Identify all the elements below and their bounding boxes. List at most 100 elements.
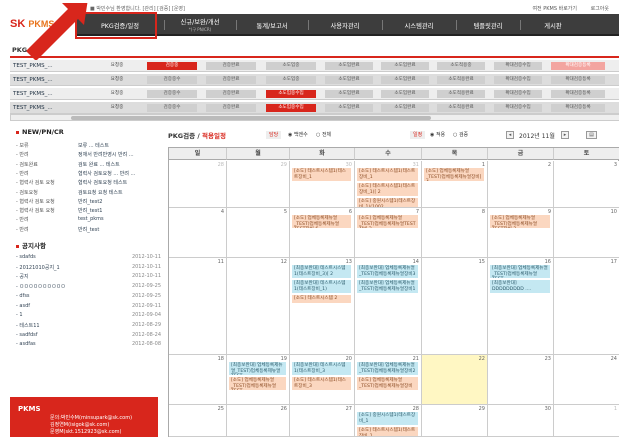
calendar-day[interactable]: 28 [소도] 중원시스템1(테스트장비_1 [소도] 테스트시스템1(테스트장비_…	[355, 405, 422, 437]
logout-link[interactable]: 로그아웃	[591, 6, 609, 12]
status-stage-cell[interactable]: 소도적용완료	[437, 76, 485, 84]
calendar-day[interactable]: 10	[554, 208, 619, 258]
next-month-button[interactable]: ▸	[561, 131, 569, 139]
notice-item[interactable]: - 20121010공지_1 2012-10-11	[16, 264, 161, 273]
calendar-day[interactable]: 29	[422, 405, 488, 437]
calendar-day[interactable]: 18	[169, 355, 227, 405]
status-stage-cell[interactable]: 확대검증수입	[494, 62, 542, 70]
calendar-day[interactable]: 1	[554, 405, 619, 437]
notice-item[interactable]: - 공지 2012-10-11	[16, 273, 161, 282]
notice-title-link[interactable]: - 공지	[16, 273, 29, 280]
calendar-event[interactable]: [최종보완대] 업체등록제뉴얼_TEST)업체등록제뉴얼장비3	[357, 265, 418, 279]
status-stage-cell[interactable]: 소도입중수입	[266, 104, 316, 112]
calendar-event[interactable]: [소도] 중원시스템1(테스트장비_1	[357, 412, 418, 426]
notice-item[interactable]: - dfss 2012-09-25	[16, 293, 161, 302]
calendar-day[interactable]: 19[최종보완대] 업체등록제뉴얼_TEST)업체등록제뉴얼TEST[소도] 업…	[227, 355, 290, 405]
calendar-day[interactable]: 26	[227, 405, 290, 437]
notice-item[interactable]: - 1 2012-09-04	[16, 312, 161, 321]
status-pkg-name[interactable]: TEST_PKMS_...	[13, 105, 53, 111]
item-desc-link[interactable]: 협력사 검토요청 테스트	[78, 179, 127, 186]
nav-item[interactable]: 게시판	[520, 14, 586, 36]
list-item[interactable]: - 반려 협력사 검토요청 ... 반려 ...	[16, 170, 161, 179]
status-stage-cell[interactable]: 검증중수	[147, 104, 197, 112]
calendar-day[interactable]: 12	[227, 258, 290, 355]
status-stage-cell[interactable]: 소도입완료	[325, 76, 373, 84]
notice-item[interactable]: - sdafds 2012-10-11	[16, 254, 161, 263]
notice-item[interactable]: - ㅁㅁㅁㅁㅁㅁㅁㅁㅁㅁ 2012-09-25	[16, 283, 161, 292]
list-item[interactable]: - 협력사 검토 요청 반려_test1	[16, 207, 161, 216]
calendar-day[interactable]: 25	[169, 405, 227, 437]
calendar-day[interactable]: 31 [소도] 테스트시스템1(테스트장비_1 [소도] 테스트시스템1(테스트장비…	[355, 161, 422, 208]
calendar-event[interactable]: [소도] 테스트시스템1(테스트장비_1)[ 2	[357, 183, 418, 197]
calendar-day[interactable]: 8	[422, 208, 488, 258]
calendar-day[interactable]: 24	[554, 355, 619, 405]
calendar-day[interactable]: 29	[227, 161, 290, 208]
calendar-event[interactable]: [최종보완대] 테스트시스템1(테스트장비_3	[292, 362, 351, 376]
calendar-event[interactable]: [소도] 테스트시스템1(테스트장비_1	[292, 168, 351, 182]
calendar-event[interactable]: [최종보완대] 업체등록제뉴얼_TEST)업체등록제뉴얼장비1	[357, 280, 418, 294]
status-stage-cell[interactable]: 소도적용중	[437, 62, 485, 70]
calendar-day[interactable]: 7[소도] 업체등록제뉴얼_TEST)업체등록제뉴얼TEST장비 2	[355, 208, 422, 258]
prev-month-button[interactable]: ◂	[506, 131, 514, 139]
calendar-event[interactable]: [소도] 업체등록제뉴얼_TEST)업체등록제뉴얼TEST장비 2	[357, 215, 418, 229]
item-desc-link[interactable]: 반려_test1	[78, 207, 102, 214]
status-stage-cell[interactable]: 소도입완료	[325, 104, 373, 112]
item-desc-link[interactable]: 정재서 반려반영시 반려 ...	[78, 151, 134, 158]
status-stage-cell[interactable]: 요청중	[98, 104, 136, 112]
old-pkms-link[interactable]: 여전 PKMS 바로가기	[532, 6, 577, 12]
nav-item[interactable]: 신규/보완/개선 *(구 PN/CR)	[164, 14, 236, 36]
item-desc-link[interactable]: 반려_test2	[78, 198, 102, 205]
calendar-day[interactable]: 17	[554, 258, 619, 355]
item-desc-link[interactable]: 검토요청 요청 테스트	[78, 189, 123, 196]
nav-item[interactable]: 사용자관리	[308, 14, 382, 36]
calendar-day[interactable]: 16[최종보완대] 업체등록제뉴얼_TEST)업체등록제뉴얼TEST[최종보완대…	[488, 258, 554, 355]
list-item[interactable]: - 반려 반려_test	[16, 226, 161, 235]
notice-item[interactable]: - asdf 2012-09-11	[16, 303, 161, 312]
list-item[interactable]: - 보류 보류 ... 테스트	[16, 142, 161, 151]
status-row[interactable]: TEST_PKMS_... 요청중 검증중수 검증완료 소도입중수입 소도입완료 소도입완료…	[10, 88, 619, 100]
status-stage-cell[interactable]: 요청중	[98, 76, 136, 84]
horizontal-scrollbar[interactable]	[10, 114, 619, 121]
notice-title-link[interactable]: - 테스트11	[16, 322, 40, 329]
calendar-day[interactable]: 13 [최종보완대] 테스트시스템1(테스트장비_3)[ 2 [최종보완대] 테스트…	[290, 258, 355, 355]
notice-item[interactable]: - 테스트11 2012-08-29	[16, 322, 161, 331]
calendar-day[interactable]: 5	[227, 208, 290, 258]
calendar-event[interactable]: [최종보완대] 업체등록제뉴얼_TEST)업체등록제뉴얼TEST	[490, 265, 550, 279]
calendar-event[interactable]: [최종보완대] DDDDDDDDD ....	[490, 280, 550, 294]
calendar-day[interactable]: 4	[169, 208, 227, 258]
nav-item[interactable]: 시스템관리	[382, 14, 456, 36]
sched-radio-apply[interactable]: ◉ 적용	[430, 131, 445, 138]
item-desc-link[interactable]: 협력사 검토요청 ... 반려 ...	[78, 170, 135, 177]
calendar-event[interactable]: [최종보완대] 업체등록제뉴얼_TEST)업체등록제뉴얼TEST	[229, 362, 286, 376]
status-stage-cell[interactable]: 소도입완료	[381, 104, 429, 112]
status-stage-cell[interactable]: 소도입완료	[325, 62, 373, 70]
calendar-day[interactable]: 9[소도] 업체등록제뉴얼_TEST)업체등록제뉴얼TEST장비 2	[488, 208, 554, 258]
status-stage-cell[interactable]: 확대검증등록	[551, 104, 605, 112]
calendar-day[interactable]: 27	[290, 405, 355, 437]
calendar-event[interactable]: [소도] 테스트시스템1(테스트장비_1	[357, 168, 418, 182]
status-stage-cell[interactable]: 소도적용완료	[437, 104, 485, 112]
calendar-day[interactable]: 28	[169, 161, 227, 208]
calendar-day[interactable]: 11	[169, 258, 227, 355]
calendar-day[interactable]: 30 [소도] 테스트시스템1(테스트장비_1	[290, 161, 355, 208]
notice-title-link[interactable]: - 1	[16, 312, 23, 318]
calendar-day[interactable]: 20 [최종보완대] 테스트시스템1(테스트장비_3 [소도] 테스트시스템1(테스…	[290, 355, 355, 405]
status-stage-cell[interactable]: 소도입중수입	[266, 90, 316, 98]
nav-item[interactable]: 통계/보고서	[236, 14, 308, 36]
status-stage-cell[interactable]: 확대검증등록	[551, 90, 605, 98]
calendar-day[interactable]: 21 [최종보완대] 업체등록제뉴얼_TEST)업체등록제뉴얼장비2 [소도] 업체…	[355, 355, 422, 405]
status-pkg-name[interactable]: TEST_PKMS_...	[13, 91, 53, 97]
calendar-settings-icon[interactable]: ▤	[586, 131, 597, 139]
status-stage-cell[interactable]: 검증중수	[147, 76, 197, 84]
calendar-day[interactable]: 15	[422, 258, 488, 355]
status-pkg-name[interactable]: TEST_PKMS_...	[13, 77, 53, 83]
status-stage-cell[interactable]: 소도입완료	[381, 90, 429, 98]
status-stage-cell[interactable]: 확대검증수입	[494, 104, 542, 112]
notice-title-link[interactable]: - sdafds	[16, 254, 36, 260]
notice-title-link[interactable]: - asdfas	[16, 341, 36, 347]
status-stage-cell[interactable]: 요청중	[98, 62, 136, 70]
status-stage-cell[interactable]: 요청중	[98, 90, 136, 98]
list-item[interactable]: - 검토완료 검토 완료 ... 테스트	[16, 161, 161, 170]
owner-radio-me[interactable]: ◉ 백엔수	[288, 131, 308, 138]
status-stage-cell[interactable]: 소도적용완료	[437, 90, 485, 98]
